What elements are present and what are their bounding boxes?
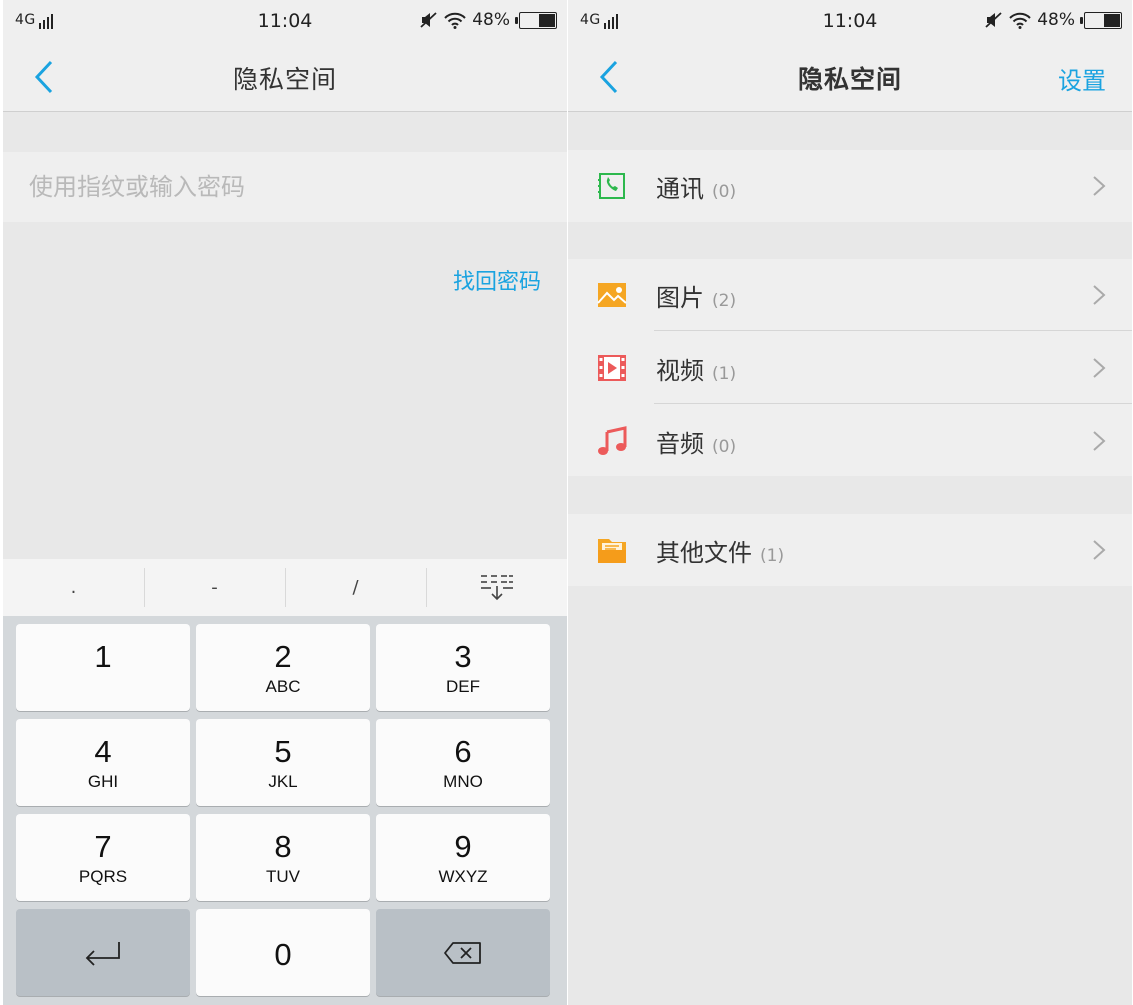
contacts-icon bbox=[598, 173, 625, 199]
list-item-label: 视频 (1) bbox=[656, 351, 736, 386]
chevron-right-icon bbox=[1093, 176, 1106, 196]
status-right: 48% bbox=[985, 10, 1122, 30]
list-item-label: 图片 (2) bbox=[656, 278, 736, 313]
battery-percent: 48% bbox=[472, 10, 510, 30]
list-item-images[interactable]: 图片 (2) bbox=[568, 259, 1132, 331]
status-right: 48% bbox=[420, 10, 557, 30]
chevron-right-icon bbox=[1093, 431, 1106, 451]
list-item-title: 视频 bbox=[656, 357, 704, 385]
mute-icon bbox=[420, 12, 437, 28]
status-bar: 4G 11:04 48% bbox=[3, 0, 567, 42]
music-icon bbox=[598, 426, 627, 455]
battery-fill bbox=[1104, 13, 1120, 27]
list-item-label: 通讯 (0) bbox=[656, 169, 736, 204]
key-9[interactable]: 9 WXYZ bbox=[376, 814, 550, 901]
key-2[interactable]: 2 ABC bbox=[196, 624, 370, 711]
video-icon bbox=[598, 355, 626, 381]
list-divider bbox=[654, 403, 1132, 404]
list-item-other-files[interactable]: 其他文件 (1) bbox=[568, 514, 1132, 586]
key-9-number: 9 bbox=[454, 829, 472, 864]
list-item-audio[interactable]: 音频 (0) bbox=[568, 405, 1132, 477]
password-input[interactable] bbox=[3, 152, 567, 222]
list-group-media: 图片 (2) 视频 (1) 音频 (0) bbox=[568, 259, 1132, 476]
list-group-contacts: 通讯 (0) bbox=[568, 150, 1132, 222]
folder-icon bbox=[598, 539, 626, 563]
keyboard-symbol-row: . - / bbox=[3, 559, 567, 616]
key-6[interactable]: 6 MNO bbox=[376, 719, 550, 806]
key-6-number: 6 bbox=[454, 734, 472, 769]
private-space-screen: 4G 11:04 48% 隐私空间 设置 通讯 (0) 图片 (2) 视频 (1… bbox=[568, 0, 1132, 1005]
list-item-count: (2) bbox=[712, 291, 737, 311]
password-field[interactable] bbox=[3, 152, 567, 222]
key-0-number: 0 bbox=[274, 937, 292, 972]
list-item-label: 音频 (0) bbox=[656, 424, 736, 459]
wifi-icon bbox=[1009, 12, 1031, 29]
symbol-key-dash[interactable]: - bbox=[144, 559, 285, 616]
forgot-password-link[interactable]: 找回密码 bbox=[453, 264, 541, 296]
key-8-letters: TUV bbox=[266, 867, 300, 886]
battery-icon bbox=[515, 11, 557, 29]
enter-icon bbox=[85, 941, 120, 966]
list-group-other: 其他文件 (1) bbox=[568, 514, 1132, 586]
list-divider bbox=[654, 330, 1132, 331]
key-0[interactable]: 0 bbox=[196, 909, 370, 996]
key-4-number: 4 bbox=[94, 734, 112, 769]
key-5[interactable]: 5 JKL bbox=[196, 719, 370, 806]
key-5-letters: JKL bbox=[268, 772, 298, 791]
key-1[interactable]: 1 bbox=[16, 624, 190, 711]
backspace-icon bbox=[444, 941, 481, 964]
list-item-label: 其他文件 (1) bbox=[656, 533, 784, 568]
key-4-letters: GHI bbox=[87, 772, 119, 791]
page-title: 隐私空间 bbox=[232, 65, 337, 94]
list-item-count: (0) bbox=[712, 437, 737, 457]
list-item-title: 音频 bbox=[656, 430, 704, 458]
hide-keyboard-icon bbox=[480, 574, 513, 600]
symbol-key-slash[interactable]: / bbox=[285, 559, 426, 616]
key-3-letters: DEF bbox=[446, 677, 480, 696]
list-item-count: (0) bbox=[712, 182, 737, 202]
list-item-title: 其他文件 bbox=[656, 539, 752, 567]
wifi-icon bbox=[444, 12, 466, 29]
enter-key[interactable] bbox=[16, 909, 190, 996]
key-7-number: 7 bbox=[94, 829, 112, 864]
battery-percent: 48% bbox=[1037, 10, 1075, 30]
key-4[interactable]: 4 GHI bbox=[16, 719, 190, 806]
key-3[interactable]: 3 DEF bbox=[376, 624, 550, 711]
password-screen: 4G 11:04 48% 隐私空间 找回密码 . - / 1 2 ABC 3 D… bbox=[3, 0, 567, 1005]
key-2-letters: ABC bbox=[265, 677, 301, 696]
list-item-contacts[interactable]: 通讯 (0) bbox=[568, 150, 1132, 222]
key-7[interactable]: 7 PQRS bbox=[16, 814, 190, 901]
list-item-count: (1) bbox=[712, 364, 737, 384]
settings-button[interactable]: 设置 bbox=[1058, 61, 1106, 96]
key-8-number: 8 bbox=[274, 829, 292, 864]
key-7-letters: PQRS bbox=[78, 867, 128, 886]
page-title: 隐私空间 bbox=[797, 65, 902, 94]
hide-keyboard-button[interactable] bbox=[426, 559, 567, 616]
chevron-right-icon bbox=[1093, 540, 1106, 560]
battery-icon bbox=[1080, 11, 1122, 29]
key-8[interactable]: 8 TUV bbox=[196, 814, 370, 901]
battery-fill bbox=[539, 13, 555, 27]
key-6-letters: MNO bbox=[443, 772, 483, 791]
numeric-keypad: 1 2 ABC 3 DEF 4 GHI 5 JKL 6 MNO 7 PQRS 8 TUV 9 W… bbox=[3, 616, 567, 1005]
image-icon bbox=[597, 283, 627, 307]
nav-bar: 隐私空间 bbox=[3, 42, 567, 112]
list-item-videos[interactable]: 视频 (1) bbox=[568, 332, 1132, 404]
list-item-title: 图片 bbox=[656, 284, 704, 312]
key-5-number: 5 bbox=[274, 734, 292, 769]
chevron-right-icon bbox=[1093, 358, 1106, 378]
nav-bar: 隐私空间 设置 bbox=[568, 42, 1132, 112]
key-2-number: 2 bbox=[274, 639, 292, 674]
chevron-right-icon bbox=[1093, 285, 1106, 305]
list-item-title: 通讯 bbox=[656, 175, 704, 203]
key-1-number: 1 bbox=[94, 639, 112, 674]
list-item-count: (1) bbox=[760, 546, 785, 566]
status-bar: 4G 11:04 48% bbox=[568, 0, 1132, 42]
symbol-key-dot[interactable]: . bbox=[3, 559, 144, 616]
key-3-number: 3 bbox=[454, 639, 472, 674]
backspace-key[interactable] bbox=[376, 909, 550, 996]
key-9-letters: WXYZ bbox=[438, 867, 488, 886]
mute-icon bbox=[985, 12, 1002, 28]
